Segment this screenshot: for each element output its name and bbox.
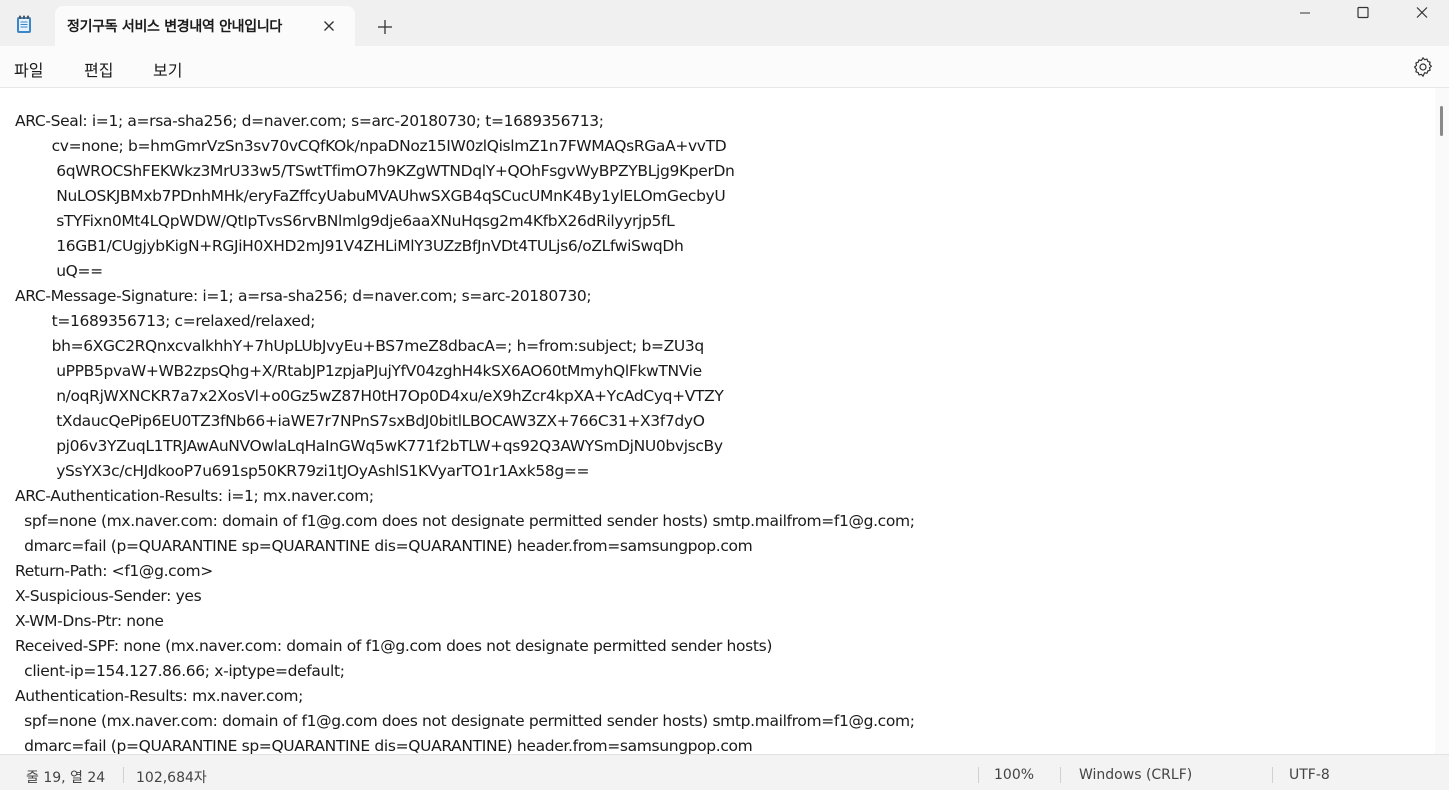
scrollbar-thumb[interactable] — [1440, 106, 1443, 136]
text-line: Return-Path: <f1@g.com> — [15, 562, 213, 580]
status-bar: 줄 19, 열 24 102,684자 100% Windows (CRLF) … — [0, 754, 1449, 790]
editor-text: ARC-Seal: i=1; a=rsa-sha256; d=naver.com… — [15, 109, 915, 754]
close-window-icon[interactable] — [1392, 0, 1449, 30]
text-line: ARC-Seal: i=1; a=rsa-sha256; d=naver.com… — [15, 112, 604, 130]
line-ending[interactable]: Windows (CRLF) — [1079, 767, 1192, 783]
status-divider — [978, 767, 979, 783]
text-line: 6qWROCShFEKWkz3MrU33w5/TSwtTfimO7h9KZgWT… — [15, 162, 735, 180]
text-line: Received-SPF: none (mx.naver.com: domain… — [15, 637, 773, 655]
menu-edit[interactable]: 편집 — [80, 55, 117, 83]
text-line: Authentication-Results: mx.naver.com; — [15, 687, 303, 705]
status-divider — [1272, 767, 1273, 783]
menu-bar: 파일 편집 보기 — [0, 46, 1449, 88]
gear-icon[interactable] — [1411, 55, 1435, 79]
text-line: ySsYX3c/cHJdkooP7u691sp50KR79zi1tJOyAshl… — [15, 462, 590, 480]
text-line: ARC-Authentication-Results: i=1; mx.nave… — [15, 487, 374, 505]
tab-title: 정기구독 서비스 변경내역 안내입니다 — [67, 19, 283, 35]
notepad-icon — [17, 15, 31, 33]
new-tab-plus-icon[interactable] — [372, 14, 398, 40]
vertical-scrollbar[interactable] — [1435, 88, 1449, 754]
cursor-position: 줄 19, 열 24 — [26, 770, 106, 786]
text-line: client-ip=154.127.86.66; x-iptype=defaul… — [15, 662, 345, 680]
text-line: spf=none (mx.naver.com: domain of f1@g.c… — [15, 512, 915, 530]
text-line: pj06v3YZuqL1TRJAwAuNVOwlaLqHaInGWq5wK771… — [15, 437, 723, 455]
text-line: tXdaucQePip6EU0TZ3fNb66+iaWE7r7NPnS7sxBd… — [15, 412, 705, 430]
text-line: bh=6XGC2RQnxcvalkhhY+7hUpLUbJvyEu+BS7meZ… — [15, 337, 705, 355]
close-tab-icon[interactable] — [317, 14, 341, 38]
text-line: X-Suspicious-Sender: yes — [15, 587, 202, 605]
title-bar: 정기구독 서비스 변경내역 안내입니다 — [0, 0, 1449, 46]
zoom-level[interactable]: 100% — [994, 767, 1034, 783]
tab-document[interactable]: 정기구독 서비스 변경내역 안내입니다 — [55, 6, 355, 46]
character-count: 102,684자 — [136, 770, 207, 786]
text-line: ARC-Message-Signature: i=1; a=rsa-sha256… — [15, 287, 592, 305]
status-divider — [123, 767, 124, 783]
text-line: X-WM-Dns-Ptr: none — [15, 612, 164, 630]
text-line: spf=none (mx.naver.com: domain of f1@g.c… — [15, 712, 915, 730]
status-divider — [1060, 767, 1061, 783]
text-line: NuLOSKJBMxb7PDnhMHk/eryFaZffcyUabuMVAUhw… — [15, 187, 726, 205]
text-line: t=1689356713; c=relaxed/relaxed; — [15, 312, 316, 330]
text-line: dmarc=fail (p=QUARANTINE sp=QUARANTINE d… — [15, 737, 753, 754]
text-line: uPPB5pvaW+WB2zpsQhg+X/RtabJP1zpjaPJujYfV… — [15, 362, 702, 380]
text-line: uQ== — [15, 262, 103, 280]
text-line: 16GB1/CUgjybKigN+RGJiH0XHD2mJ91V4ZHLiMlY… — [15, 237, 684, 255]
text-line: cv=none; b=hmGmrVzSn3sv70vCQfKOk/npaDNoz… — [15, 137, 727, 155]
maximize-icon[interactable] — [1334, 0, 1392, 30]
menu-file[interactable]: 파일 — [10, 55, 47, 83]
encoding[interactable]: UTF-8 — [1289, 767, 1330, 783]
text-line: sTYFixn0Mt4LQpWDW/QtIpTvsS6rvBNlmlg9dje6… — [15, 212, 675, 230]
minimize-icon[interactable] — [1276, 0, 1334, 30]
text-editor[interactable]: ARC-Seal: i=1; a=rsa-sha256; d=naver.com… — [0, 88, 1435, 754]
menu-view[interactable]: 보기 — [149, 55, 186, 83]
text-line: n/oqRjWXNCKR7a7x2XosVl+o0Gz5wZ87H0tH7Op0… — [15, 387, 724, 405]
text-line: dmarc=fail (p=QUARANTINE sp=QUARANTINE d… — [15, 537, 753, 555]
